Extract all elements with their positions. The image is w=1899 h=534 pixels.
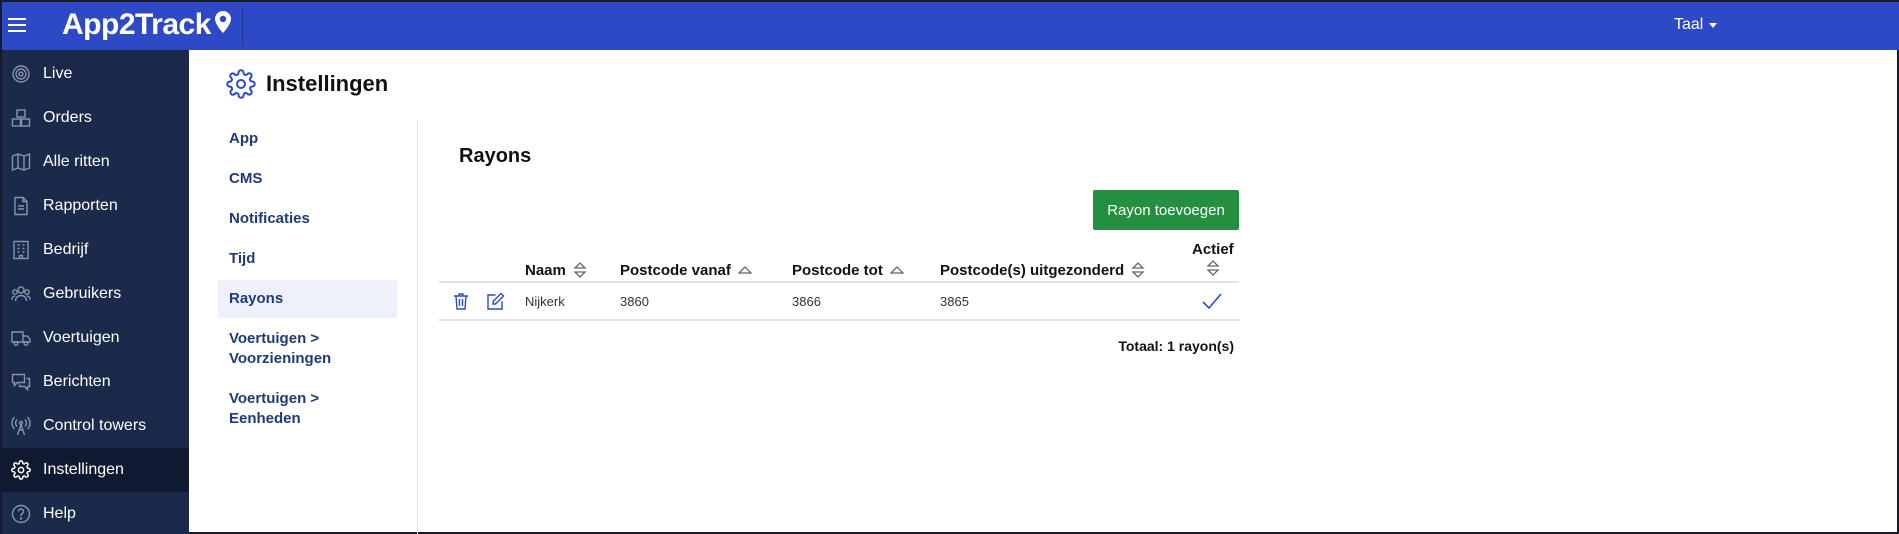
sidebar-item-label: Instellingen — [43, 461, 124, 478]
settings-divider — [417, 120, 418, 534]
sidebar-item-alle-ritten[interactable]: Alle ritten — [2, 140, 189, 184]
sidebar-item-control-towers[interactable]: Control towers — [2, 404, 189, 448]
sidebar-item-label: Bedrijf — [43, 241, 89, 258]
settings-nav-rayons[interactable]: Rayons — [218, 280, 397, 318]
app-window: App2Track Taal Live Orders Alle ritten R… — [0, 0, 1899, 534]
settings-nav-cms[interactable]: CMS — [218, 160, 397, 198]
location-pin-icon — [214, 11, 231, 33]
sidebar-item-voertuigen[interactable]: Voertuigen — [2, 316, 189, 360]
boxes-icon — [11, 108, 31, 128]
sidebar-item-label: Voertuigen — [43, 329, 120, 346]
page-title: Instellingen — [266, 71, 389, 96]
logo-text: App2Track — [62, 8, 211, 41]
cell-postcode-vanaf: 3860 — [620, 294, 649, 309]
trash-icon[interactable] — [451, 291, 471, 311]
sidebar-item-label: Gebruikers — [43, 285, 122, 302]
sidebar-item-instellingen[interactable]: Instellingen — [2, 448, 189, 492]
total-count: Totaal: 1 rayon(s) — [1118, 338, 1234, 354]
sidebar-item-label: Alle ritten — [43, 153, 110, 170]
sidebar-item-bedrijf[interactable]: Bedrijf — [2, 228, 189, 272]
chat-icon — [11, 372, 31, 392]
add-rayon-button[interactable]: Rayon toevoegen — [1093, 190, 1239, 230]
cell-uitgezonderd: 3865 — [940, 294, 969, 309]
check-icon — [1202, 293, 1222, 310]
sidebar-item-label: Control towers — [43, 417, 147, 434]
settings-nav-notificaties[interactable]: Notificaties — [218, 200, 397, 238]
settings-nav-voorzieningen[interactable]: Voertuigen > Voorzieningen — [218, 320, 397, 378]
sidebar-item-rapporten[interactable]: Rapporten — [2, 184, 189, 228]
header-divider — [242, 6, 243, 46]
column-label: Postcode(s) uitgezonderd — [940, 261, 1125, 279]
caret-down-icon — [1709, 22, 1718, 28]
page-heading: Instellingen — [226, 69, 388, 99]
sort-icon — [1206, 260, 1220, 276]
language-dropdown[interactable]: Taal — [1674, 16, 1718, 34]
sidebar-item-berichten[interactable]: Berichten — [2, 360, 189, 404]
sidebar-item-label: Help — [43, 505, 76, 522]
settings-nav-app[interactable]: App — [218, 120, 397, 158]
users-icon — [11, 284, 31, 304]
column-label: Postcode vanaf — [620, 261, 731, 279]
sidebar: Live Orders Alle ritten Rapporten Bedrij… — [2, 50, 189, 534]
sort-ascending-icon — [889, 266, 904, 274]
settings-nav-eenheden[interactable]: Voertuigen > Eenheden — [218, 380, 397, 438]
section-title: Rayons — [459, 145, 532, 167]
column-label: Naam — [525, 261, 566, 279]
cell-postcode-tot: 3866 — [792, 294, 821, 309]
sidebar-item-orders[interactable]: Orders — [2, 96, 189, 140]
sort-icon — [573, 262, 587, 278]
column-header-uitgezonderd[interactable]: Postcode(s) uitgezonderd — [940, 261, 1145, 279]
sidebar-item-gebruikers[interactable]: Gebruikers — [2, 272, 189, 316]
sidebar-item-live[interactable]: Live — [2, 52, 189, 96]
menu-icon[interactable] — [8, 14, 32, 34]
table-header-divider — [439, 281, 1239, 283]
column-header-naam[interactable]: Naam — [525, 261, 587, 279]
map-icon — [11, 152, 31, 172]
column-label: Postcode tot — [792, 261, 883, 279]
table-row-divider — [439, 319, 1239, 321]
settings-nav-tijd[interactable]: Tijd — [218, 240, 397, 278]
edit-icon[interactable] — [486, 291, 506, 311]
sidebar-item-help[interactable]: Help — [2, 492, 189, 534]
app-logo[interactable]: App2Track — [62, 7, 233, 43]
column-header-actief[interactable]: Actief — [1192, 241, 1234, 277]
language-label: Taal — [1674, 16, 1704, 33]
sidebar-item-label: Live — [43, 65, 73, 82]
cell-naam: Nijkerk — [525, 294, 565, 309]
building-icon — [11, 240, 31, 260]
gear-icon — [11, 460, 31, 480]
sort-ascending-icon — [737, 266, 752, 274]
document-icon — [11, 196, 31, 216]
sort-icon — [1131, 262, 1145, 278]
top-bar: App2Track Taal — [2, 2, 1899, 50]
gear-icon — [226, 69, 256, 99]
truck-icon — [11, 328, 31, 348]
column-label: Actief — [1192, 241, 1234, 258]
sidebar-item-label: Rapporten — [43, 197, 118, 214]
column-header-postcode-vanaf[interactable]: Postcode vanaf — [620, 261, 752, 279]
antenna-icon — [11, 416, 31, 436]
column-header-postcode-tot[interactable]: Postcode tot — [792, 261, 904, 279]
sidebar-item-label: Berichten — [43, 373, 111, 390]
live-radar-icon — [11, 64, 31, 84]
help-icon — [11, 504, 31, 524]
sidebar-item-label: Orders — [43, 109, 92, 126]
